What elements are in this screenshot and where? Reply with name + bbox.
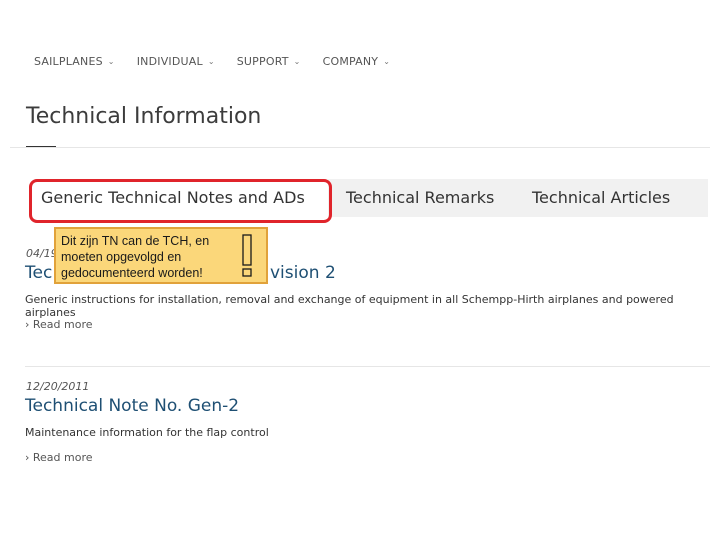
nav-item-support[interactable]: SUPPORT ⌄ — [237, 55, 301, 68]
tab-technical-remarks[interactable]: Technical Remarks — [346, 179, 494, 217]
chevron-down-icon: ⌄ — [107, 57, 115, 66]
post-description: Maintenance information for the flap con… — [25, 426, 269, 439]
post-date: 12/20/2011 — [26, 380, 90, 393]
active-tab-highlight — [29, 179, 332, 223]
chevron-down-icon: ⌄ — [383, 57, 391, 66]
chevron-down-icon: ⌄ — [207, 57, 215, 66]
nav-item-label: INDIVIDUAL — [136, 55, 203, 68]
post-divider — [25, 366, 710, 367]
post-date: 04/19 — [26, 247, 58, 260]
top-nav: SAILPLANES ⌄ INDIVIDUAL ⌄ SUPPORT ⌄ COMP… — [34, 55, 412, 68]
nav-item-label: COMPANY — [322, 55, 379, 68]
post-description: Generic instructions for installation, r… — [25, 293, 674, 319]
read-more-link[interactable]: › Read more — [25, 318, 93, 331]
read-more-link[interactable]: › Read more — [25, 451, 93, 464]
nav-item-label: SAILPLANES — [34, 55, 103, 68]
post-title-end[interactable]: vision 2 — [270, 263, 336, 283]
nav-item-company[interactable]: COMPANY ⌄ — [323, 55, 391, 68]
nav-item-individual[interactable]: INDIVIDUAL ⌄ — [137, 55, 215, 68]
chevron-down-icon: ⌄ — [293, 57, 301, 66]
post-title[interactable]: Technical Note No. Gen-2 — [25, 396, 239, 416]
page-title: Technical Information — [26, 104, 262, 129]
annotation-callout: Dit zijn TN can de TCH, en moeten opgevo… — [54, 227, 268, 284]
post-title[interactable]: Tec — [25, 263, 52, 283]
nav-item-label: SUPPORT — [236, 55, 289, 68]
annotation-text: Dit zijn TN can de TCH, en moeten opgevo… — [61, 234, 210, 280]
tab-technical-articles[interactable]: Technical Articles — [532, 179, 670, 217]
nav-item-sailplanes[interactable]: SAILPLANES ⌄ — [34, 55, 115, 68]
exclamation-icon — [242, 234, 252, 277]
title-divider — [10, 147, 710, 148]
post-title-start: Tec — [25, 263, 53, 283]
title-underline — [26, 146, 56, 147]
